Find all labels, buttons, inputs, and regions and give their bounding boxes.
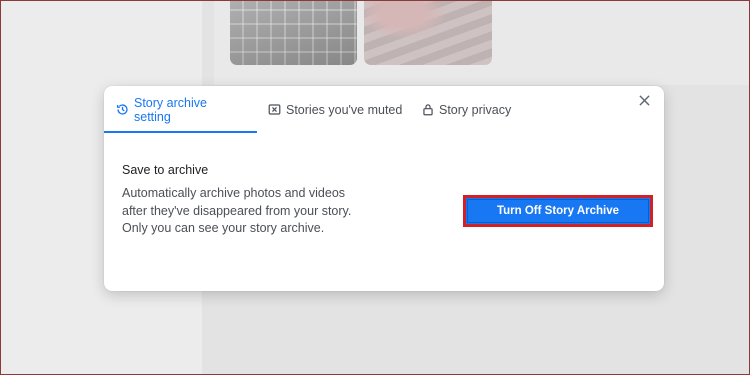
tab-story-privacy[interactable]: Story privacy: [422, 86, 511, 133]
tab-label: Story privacy: [439, 102, 512, 117]
clock-history-icon: [116, 103, 129, 116]
tab-stories-muted[interactable]: Stories you've muted: [268, 86, 402, 133]
section-description: Automatically archive photos and videos …: [122, 186, 352, 235]
close-button[interactable]: [636, 94, 652, 110]
button-label: Turn Off Story Archive: [496, 205, 620, 217]
muted-box-icon: [268, 103, 281, 116]
close-icon: [638, 93, 650, 111]
section-title: Save to archive: [122, 163, 209, 177]
tab-label: Stories you've muted: [286, 102, 403, 117]
story-thumbnail-photo[interactable]: [364, 1, 492, 65]
dialog-tabs: Story archive setting Stories you've mut…: [104, 86, 664, 133]
tab-story-archive-setting[interactable]: Story archive setting: [104, 86, 257, 133]
turn-off-story-archive-button[interactable]: Turn Off Story Archive: [463, 195, 653, 227]
lock-icon: [422, 103, 434, 116]
story-archive-dialog: Story archive setting Stories you've mut…: [104, 86, 664, 291]
story-thumbnail-keyboard[interactable]: [230, 1, 357, 65]
tab-label: Story archive setting: [134, 95, 207, 124]
